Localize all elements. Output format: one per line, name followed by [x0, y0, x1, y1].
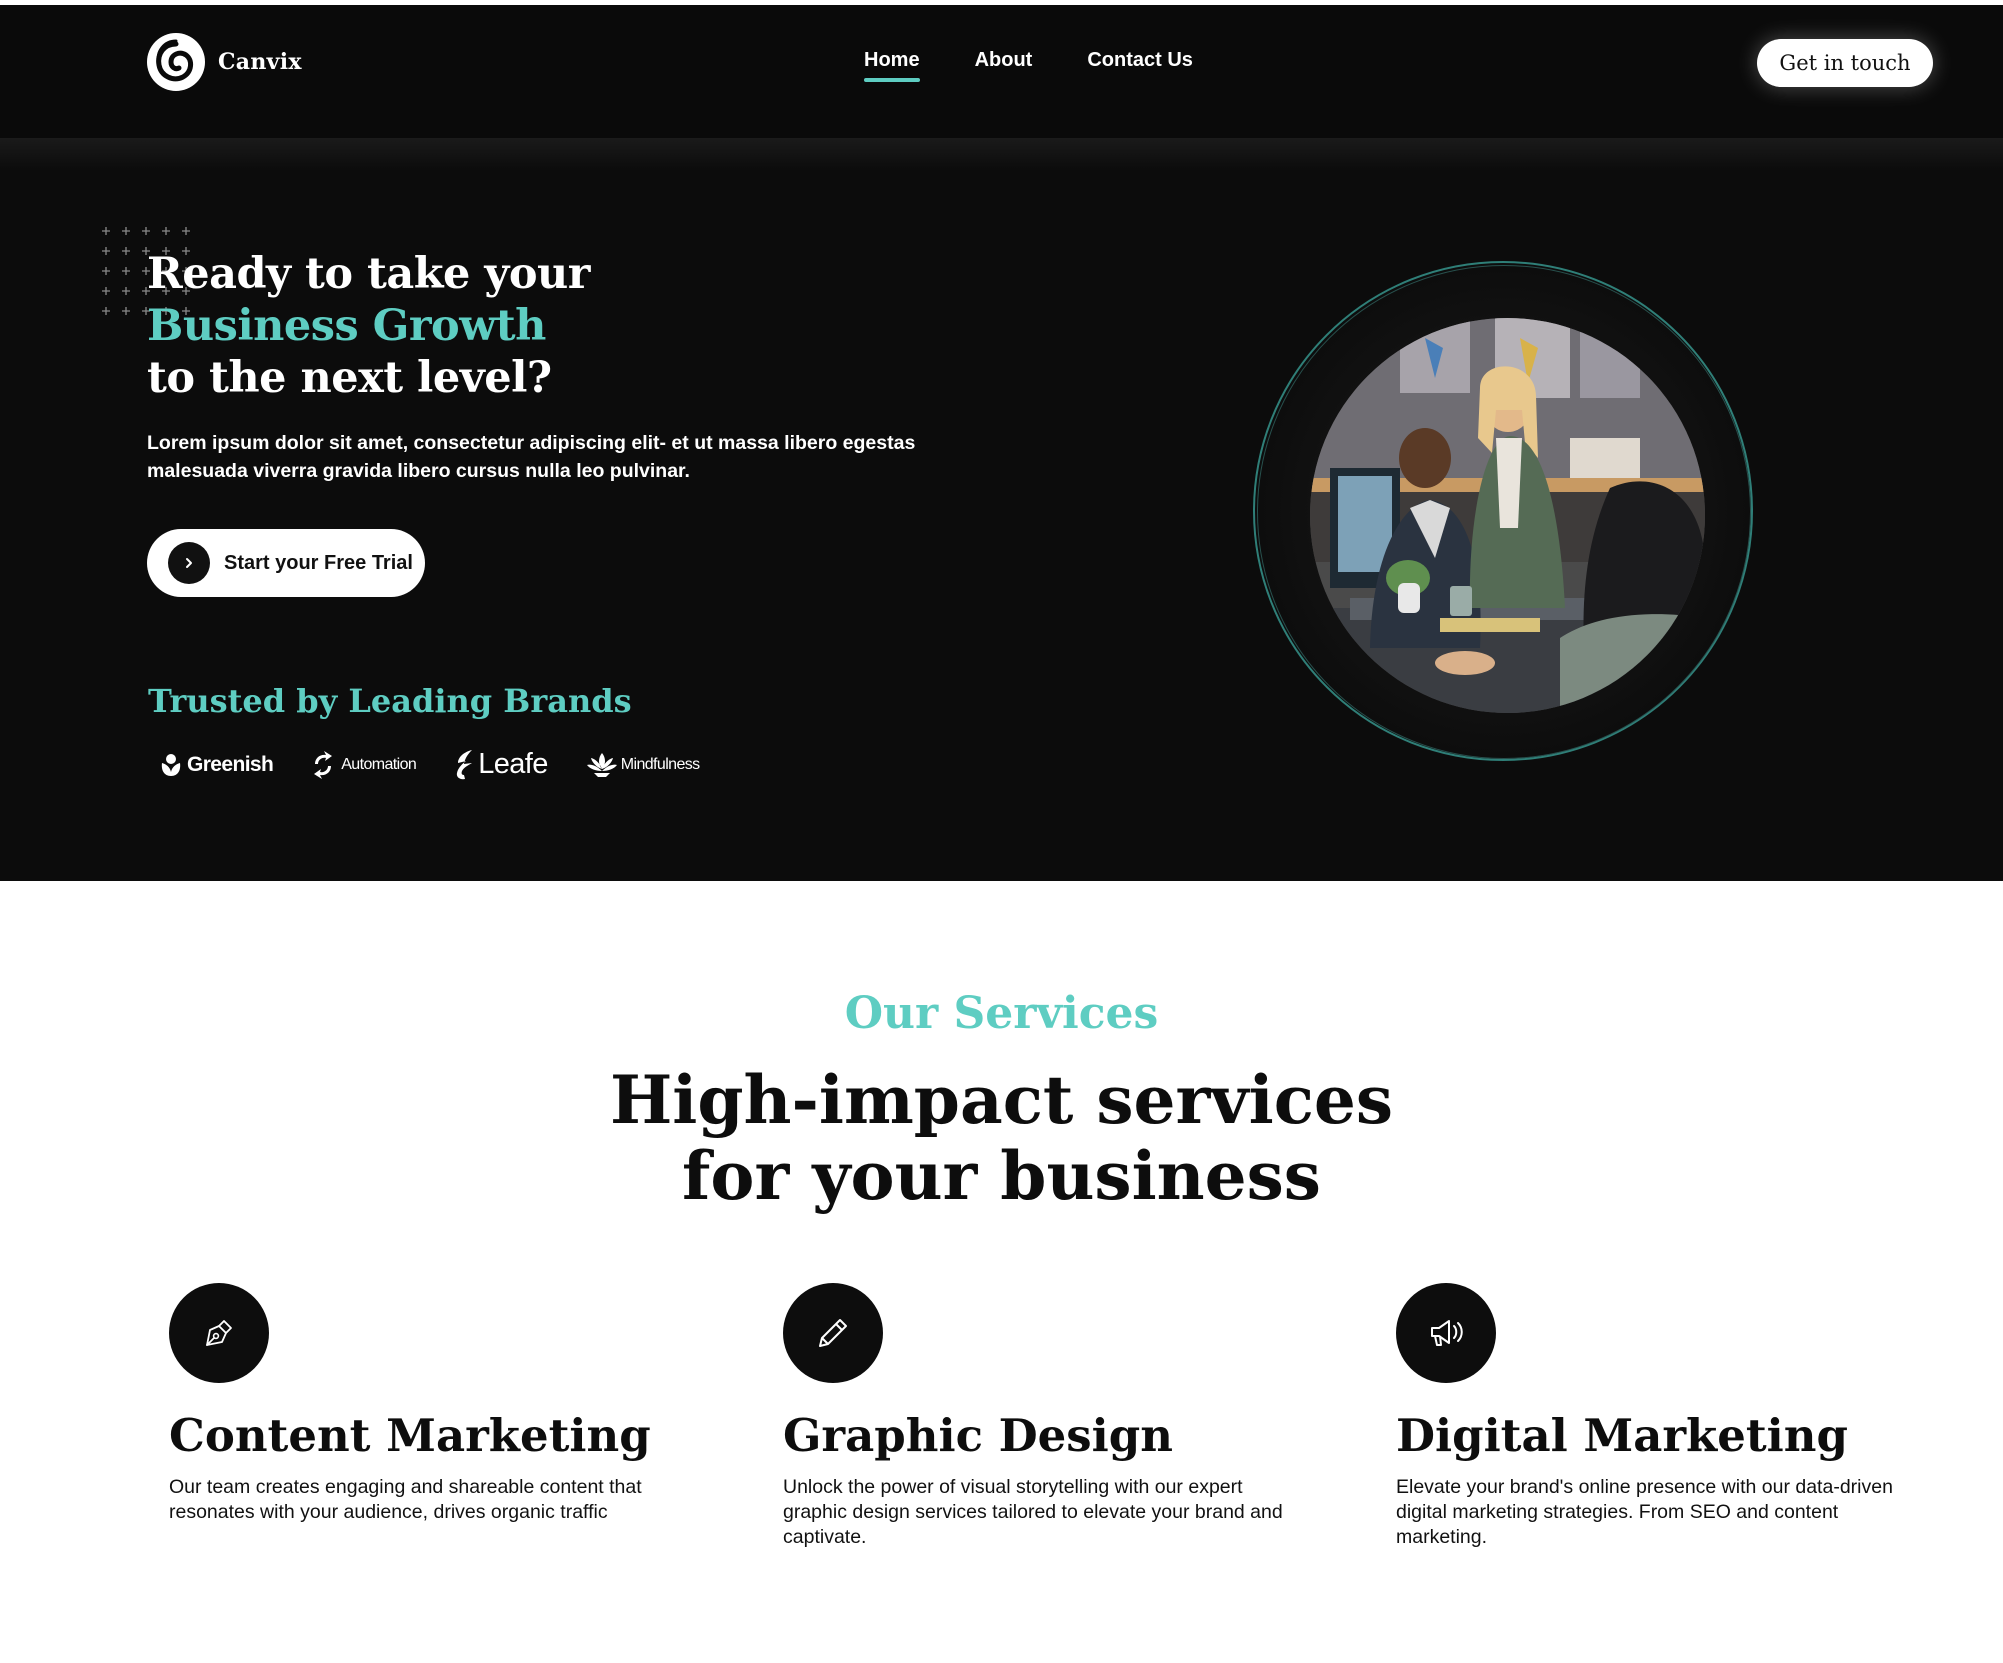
leaf-icon	[457, 749, 473, 779]
brand-leafe-label: Leafe	[478, 748, 548, 780]
brand-automation-label: Automation	[341, 755, 417, 773]
main-nav: Home About Contact Us	[864, 49, 1248, 82]
pencil-icon	[783, 1283, 883, 1383]
service-description: Unlock the power of visual storytelling …	[783, 1476, 1283, 1548]
hero-heading-line3: to the next level?	[147, 353, 552, 403]
logo[interactable]: Canvix	[146, 32, 302, 92]
service-card-graphic-design: Graphic Design Unlock the power of visua…	[783, 1283, 1303, 1550]
brand-mindfulness: Mindfulness	[586, 751, 700, 779]
logo-icon	[147, 33, 205, 91]
navbar: Canvix Home About Contact Us Get in touc…	[0, 5, 2003, 139]
lotus-icon	[586, 752, 617, 777]
team-photo	[1310, 318, 1705, 713]
hero-description: Lorem ipsum dolor sit amet, consectetur …	[147, 432, 916, 482]
service-title: Digital Marketing	[1396, 1409, 1848, 1462]
services-heading: High-impact services for your business	[0, 1062, 2003, 1214]
service-title: Graphic Design	[783, 1409, 1173, 1462]
service-card-digital-marketing: Digital Marketing Elevate your brand's o…	[1396, 1283, 1916, 1550]
services-kicker: Our Services	[844, 988, 1159, 1039]
nav-about[interactable]: About	[975, 49, 1033, 82]
get-in-touch-button[interactable]: Get in touch	[1757, 39, 1933, 87]
brand-automation: Automation	[311, 750, 417, 780]
brand-leafe: Leafe	[454, 748, 548, 781]
start-free-trial-label: Start your Free Trial	[224, 551, 413, 574]
service-title: Content Marketing	[169, 1409, 651, 1462]
hero-heading-line1: Ready to take your	[147, 249, 590, 299]
hero-heading-accent: Business Growth	[147, 301, 546, 351]
services-heading-line2: for your business	[682, 1137, 1321, 1215]
brand-mindfulness-label: Mindfulness	[620, 755, 700, 773]
brand-logos: Greenish Automation Leafe Mindfulness	[158, 748, 738, 781]
refresh-icon	[314, 750, 333, 779]
hero-image-frame	[1244, 252, 1764, 772]
brand-greenish: Greenish	[158, 752, 274, 778]
chevron-right-icon	[168, 542, 210, 584]
brand-greenish-label: Greenish	[187, 752, 274, 776]
nav-home[interactable]: Home	[864, 49, 920, 82]
start-free-trial-button[interactable]: Start your Free Trial	[147, 529, 425, 597]
services-heading-line1: High-impact services	[609, 1061, 1394, 1139]
service-description: Our team creates engaging and shareable …	[169, 1476, 642, 1523]
hero-section: Ready to take your Business Growth to th…	[0, 139, 2003, 881]
brand-name: Canvix	[218, 49, 302, 75]
nav-contact[interactable]: Contact Us	[1087, 49, 1193, 82]
trusted-brands-heading: Trusted by Leading Brands	[148, 682, 632, 720]
hero-heading: Ready to take your Business Growth to th…	[147, 248, 590, 404]
service-card-content-marketing: Content Marketing Our team creates engag…	[169, 1283, 689, 1525]
flower-icon	[161, 753, 181, 776]
pen-nib-icon	[169, 1283, 269, 1383]
service-description: Elevate your brand's online presence wit…	[1396, 1476, 1893, 1548]
megaphone-icon	[1396, 1283, 1496, 1383]
